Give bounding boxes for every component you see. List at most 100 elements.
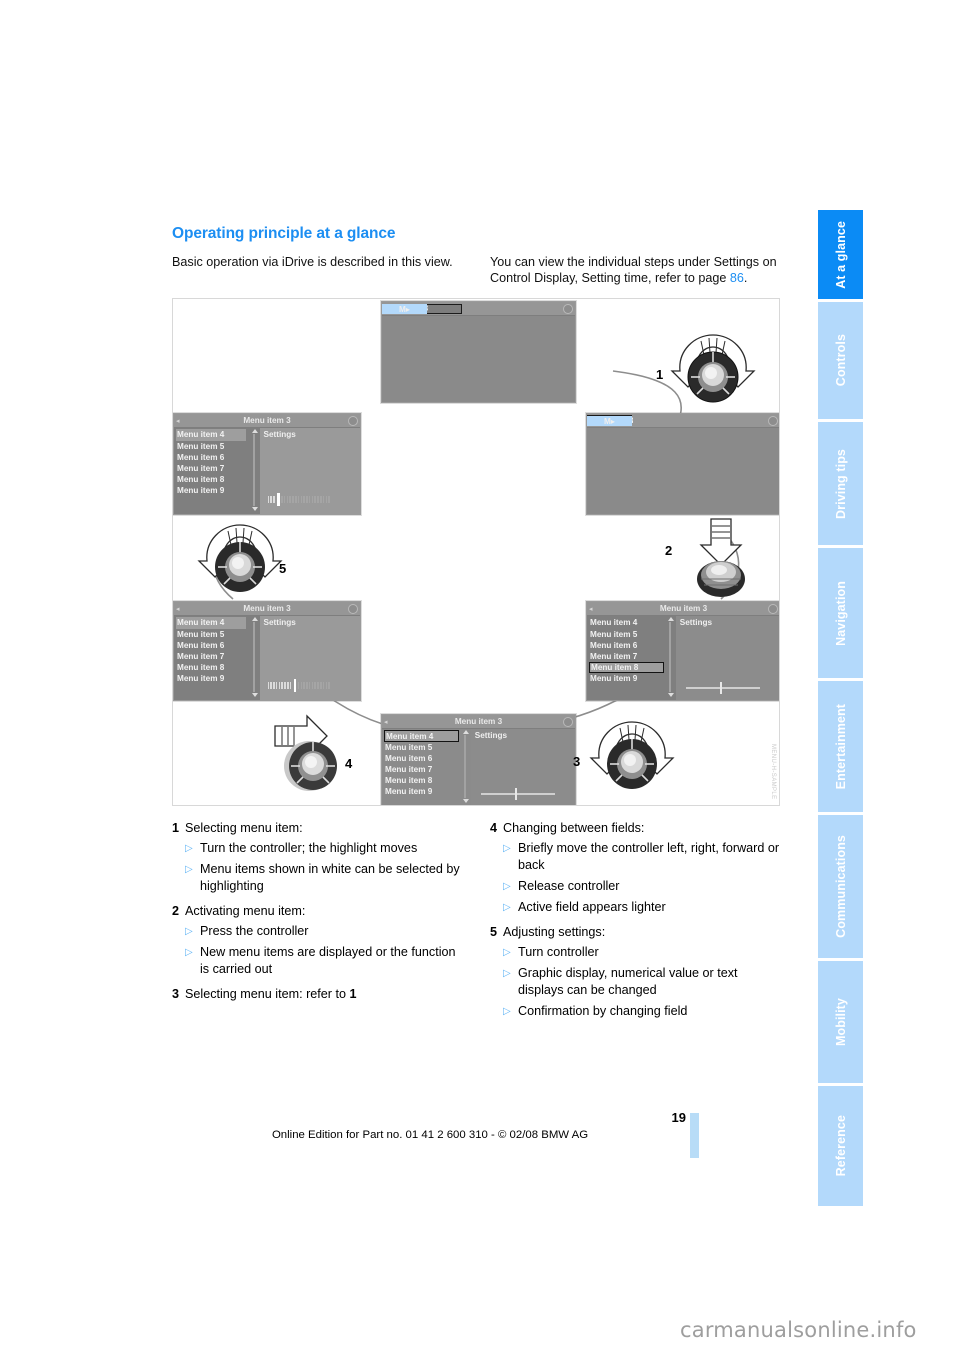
menu-list: Menu item 4 Menu item 5 Menu item 6 Menu… (587, 616, 676, 701)
screen-title-bar: ◂ Menu item 3 M▸ (382, 302, 575, 317)
list-item[interactable]: Menu item 7 (176, 651, 260, 662)
list-item[interactable]: Menu item 6 (176, 640, 260, 651)
list-item[interactable]: Menu item 4 (589, 617, 676, 628)
scroll-track[interactable] (253, 622, 256, 693)
intro-left: Basic operation via iDrive is described … (172, 254, 453, 269)
bullet-item: ▷ New menu items are displayed or the fu… (172, 944, 462, 978)
list-item[interactable]: Menu item 9 (176, 485, 260, 496)
list-item[interactable]: Menu item 4 (176, 429, 247, 441)
chapter-tab-rail: At a glance Controls Driving tips Naviga… (818, 0, 863, 1358)
left-arrow-icon[interactable]: ◂ (589, 605, 593, 613)
page-number: 19 (671, 1110, 686, 1125)
bullet-text: Confirmation by changing field (518, 1004, 688, 1019)
sidebar-item-mobility[interactable]: Mobility (818, 961, 863, 1083)
bullet-item: ▷ Turn controller (490, 944, 780, 961)
step-item: 4 Changing between fields: (490, 820, 780, 837)
settings-slider[interactable] (480, 788, 555, 801)
scrollbar[interactable] (462, 730, 469, 805)
controller-knob-2: 2 (665, 517, 761, 601)
step-number: 3 (172, 987, 180, 1002)
settings-pane: Settings (259, 428, 360, 515)
left-arrow-icon[interactable]: ◂ (384, 718, 388, 726)
slider-cursor[interactable] (719, 682, 722, 695)
step-bullets: ▷ Press the controller ▷ New menu items … (172, 923, 462, 978)
scroll-up-arrow-icon[interactable] (667, 617, 674, 622)
scroll-track[interactable] (464, 735, 467, 799)
sidebar-item-communications[interactable]: Communications (818, 815, 863, 958)
list-item[interactable]: Menu item 6 (384, 753, 471, 764)
list-item-selected[interactable]: Menu item 4 (384, 730, 459, 742)
list-item[interactable]: Menu item 6 (589, 640, 676, 651)
list-item[interactable]: Menu item 8 (176, 474, 260, 485)
triangle-bullet-icon: ▷ (503, 881, 511, 893)
list-item[interactable]: Menu item 9 (589, 673, 676, 684)
sidebar-item-at-a-glance[interactable]: At a glance (818, 210, 863, 299)
scroll-down-arrow-icon[interactable] (251, 507, 258, 512)
list-item[interactable]: Menu item 5 (384, 742, 471, 753)
bullet-item: ▷ Menu items shown in white can be selec… (172, 861, 462, 895)
left-arrow-icon[interactable]: ◂ (176, 417, 180, 425)
scroll-down-arrow-icon[interactable] (667, 693, 674, 698)
sidebar-item-reference[interactable]: Reference (818, 1086, 863, 1206)
step-cross-reference: 1 (349, 987, 357, 1002)
screen-body: Menu item 4 Menu item 5 Menu item 6 Menu… (174, 616, 360, 701)
bullet-text: Graphic display, numerical value or text… (518, 966, 738, 998)
settings-label: Settings (474, 731, 508, 741)
sidebar-item-entertainment[interactable]: Entertainment (818, 681, 863, 812)
left-arrow-icon[interactable]: ◂ (176, 605, 180, 613)
list-item[interactable]: Menu item 8 (176, 662, 260, 673)
step-item: 5 Adjusting settings: (490, 924, 780, 941)
list-item[interactable]: Menu item 9 (384, 786, 471, 797)
scroll-up-arrow-icon[interactable] (462, 730, 469, 735)
bullet-text: Menu items shown in white can be selecte… (200, 862, 460, 894)
bullet-text: New menu items are displayed or the func… (200, 945, 456, 977)
list-item[interactable]: Menu item 7 (176, 463, 260, 474)
list-item[interactable]: Menu item 5 (176, 441, 260, 452)
step-bullets: ▷ Briefly move the controller left, righ… (490, 840, 780, 916)
settings-slider[interactable] (267, 493, 344, 507)
step-number: 2 (172, 904, 180, 919)
idrive-operating-principle-diagram: ◂ Menu item 3 M▸ ◂ Menu item 2 Menu item… (172, 298, 780, 807)
scroll-down-arrow-icon[interactable] (462, 799, 469, 804)
settings-slider[interactable] (685, 682, 760, 695)
scroll-down-arrow-icon[interactable] (251, 693, 258, 698)
slider-cursor[interactable] (293, 679, 297, 693)
menu-tab-next[interactable]: M▸ (587, 415, 632, 426)
scrollbar[interactable] (667, 617, 674, 699)
step-number-label: 1 (656, 367, 664, 383)
step-title: Changing between fields: (503, 821, 645, 836)
list-item[interactable]: Menu item 8 (384, 775, 471, 786)
scroll-track[interactable] (253, 434, 256, 507)
sidebar-item-driving-tips[interactable]: Driving tips (818, 422, 863, 545)
idrive-screen-top-center: ◂ Menu item 3 M▸ (381, 301, 576, 404)
triangle-bullet-icon: ▷ (503, 947, 511, 959)
triangle-bullet-icon: ▷ (185, 864, 193, 876)
scroll-track[interactable] (669, 622, 672, 693)
list-item[interactable]: Menu item 6 (176, 452, 260, 463)
list-item[interactable]: Menu item 5 (176, 629, 260, 640)
sidebar-item-label: At a glance (833, 220, 848, 289)
scrollbar[interactable] (251, 429, 258, 513)
list-item[interactable]: Menu item 7 (589, 651, 676, 662)
list-item[interactable]: Menu item 4 (176, 617, 247, 629)
screen-title-bar: ◂ Menu item 2 Menu item 3 M▸ (587, 414, 779, 429)
screen-title: Menu item 3 (243, 604, 291, 614)
menu-tab-label-next[interactable]: M▸ (382, 303, 427, 314)
sidebar-item-navigation[interactable]: Navigation (818, 548, 863, 678)
scrollbar[interactable] (251, 617, 258, 699)
step-item: 3 Selecting menu item: refer to 1 (172, 986, 462, 1003)
list-item[interactable]: Menu item 9 (176, 673, 260, 684)
slider-cursor[interactable] (277, 493, 280, 507)
list-item-selected[interactable]: Menu item 8 (589, 662, 664, 674)
bullet-text: Press the controller (200, 924, 309, 939)
slider-cursor[interactable] (514, 788, 517, 801)
scroll-up-arrow-icon[interactable] (251, 617, 258, 622)
bullet-item: ▷ Active field appears lighter (490, 899, 780, 916)
list-item[interactable]: Menu item 5 (589, 629, 676, 640)
list-item[interactable]: Menu item 7 (384, 764, 471, 775)
settings-slider[interactable] (267, 679, 344, 693)
page-reference-link[interactable]: 86 (730, 271, 744, 285)
bullet-text: Turn the controller; the highlight moves (200, 841, 418, 856)
scroll-up-arrow-icon[interactable] (251, 429, 258, 434)
sidebar-item-controls[interactable]: Controls (818, 302, 863, 419)
